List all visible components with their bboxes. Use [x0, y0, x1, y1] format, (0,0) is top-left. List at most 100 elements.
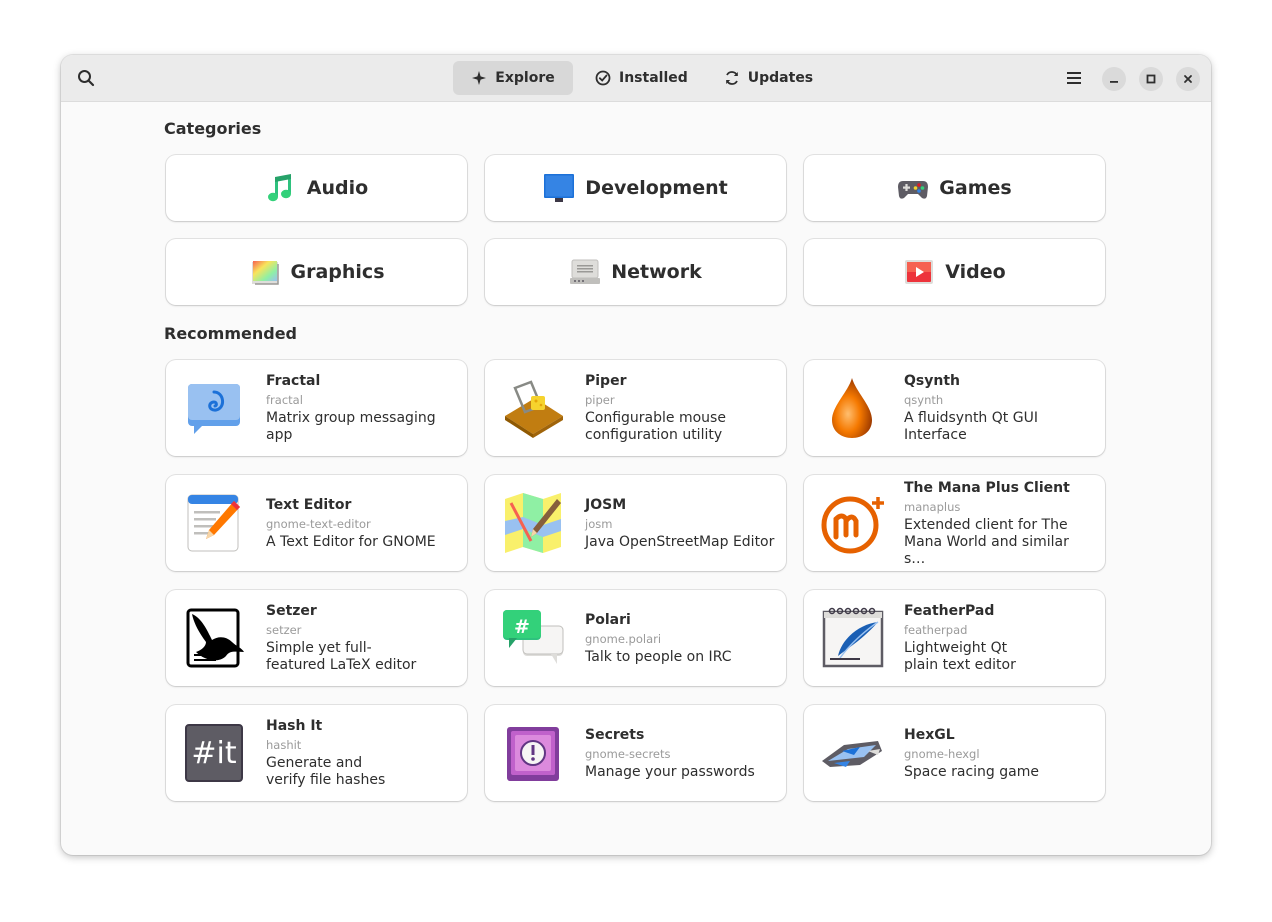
app-tile-josm[interactable]: JOSM josm Java OpenStreetMap Editor [485, 475, 786, 571]
category-label: Games [939, 177, 1012, 199]
app-id: hashit [266, 738, 302, 752]
app-name: JOSM [585, 496, 627, 513]
app-tile-secrets[interactable]: Secrets gnome-secrets Manage your passwo… [485, 705, 786, 801]
app-name: Piper [585, 373, 627, 389]
app-id: gnome-hexgl [904, 746, 980, 761]
josm-map-icon [501, 491, 565, 555]
header-bar: Explore Installed Updates [61, 55, 1211, 102]
app-name: Qsynth [904, 373, 960, 389]
category-label: Video [945, 261, 1006, 283]
app-description: Matrix group messaging app [266, 410, 436, 443]
graphics-palette-icon [249, 256, 281, 288]
app-id: qsynth [904, 393, 944, 407]
app-description: A Text Editor for GNOME [266, 533, 436, 550]
app-name: Polari [585, 611, 631, 628]
explore-icon [472, 71, 487, 85]
app-tile-hexgl[interactable]: HexGL gnome-hexgl Space racing game [804, 705, 1105, 801]
app-description: Generate and verify file hashes [266, 755, 386, 788]
app-name: Secrets [585, 726, 645, 743]
app-tile-featherpad[interactable]: FeatherPad featherpad Lightweight Qt pla… [804, 590, 1105, 686]
close-icon [1184, 75, 1192, 83]
view-switcher: Explore Installed Updates [453, 61, 827, 95]
hexgl-ship-icon [820, 721, 884, 785]
app-name: Fractal [266, 373, 321, 389]
app-id: manaplus [904, 499, 961, 514]
hashit-glyph: #it [191, 735, 237, 771]
search-button[interactable] [69, 62, 103, 94]
app-description: Lightweight Qt plain text editor [904, 640, 1016, 673]
qsynth-drop-icon [820, 376, 884, 440]
minimize-icon [1110, 81, 1118, 83]
app-name: FeatherPad [904, 603, 995, 619]
app-name: HexGL [904, 726, 955, 743]
app-description: A fluidsynth Qt GUI Interface [904, 410, 1038, 443]
app-description: Manage your passwords [585, 763, 755, 780]
hamburger-menu-icon [1067, 72, 1081, 84]
app-tile-polari[interactable]: # Polari gnome.polari Talk to people on … [485, 590, 786, 686]
app-description: Extended client for The Mana World and s… [904, 516, 1069, 567]
app-tile-fractal[interactable]: Fractal fractal Matrix group messaging a… [166, 360, 467, 456]
manaplus-icon [820, 491, 884, 555]
app-description: Simple yet full- featured LaTeX editor [266, 640, 417, 673]
app-tile-piper[interactable]: Piper piper Configurable mouse configura… [485, 360, 786, 456]
tab-explore-label: Explore [495, 70, 555, 86]
close-button[interactable] [1176, 67, 1200, 91]
recommended-heading: Recommended [164, 324, 297, 343]
app-name: Hash It [266, 718, 323, 734]
app-description: Space racing game [904, 763, 1039, 780]
app-description: Java OpenStreetMap Editor [585, 533, 775, 550]
maximize-icon [1146, 74, 1156, 84]
category-development[interactable]: Development [485, 155, 786, 221]
main-menu-button[interactable] [1057, 62, 1091, 94]
app-id: gnome-secrets [585, 746, 671, 761]
setzer-bird-icon [182, 606, 246, 670]
tab-explore[interactable]: Explore [453, 61, 573, 95]
app-id: gnome-text-editor [266, 516, 371, 531]
app-description: Talk to people on IRC [585, 648, 732, 665]
category-label: Audio [306, 177, 369, 199]
text-editor-icon [182, 491, 246, 555]
gamepad-icon [897, 172, 929, 204]
category-label: Graphics [290, 261, 385, 283]
categories-heading: Categories [164, 119, 262, 138]
tab-installed[interactable]: Installed [581, 61, 702, 95]
tab-updates-label: Updates [747, 70, 814, 86]
category-video[interactable]: Video [804, 239, 1105, 305]
app-id: josm [585, 516, 613, 531]
category-audio[interactable]: Audio [166, 155, 467, 221]
app-tile-hashit[interactable]: #it Hash It hashit Generate and verify f… [166, 705, 467, 801]
app-tile-text-editor[interactable]: Text Editor gnome-text-editor A Text Edi… [166, 475, 467, 571]
installed-check-icon [595, 70, 611, 86]
app-id: featherpad [904, 623, 968, 637]
hashit-icon: #it [185, 724, 243, 782]
app-tile-qsynth[interactable]: Qsynth qsynth A fluidsynth Qt GUI Interf… [804, 360, 1105, 456]
audio-note-icon [265, 172, 297, 204]
updates-refresh-icon [725, 71, 738, 85]
category-network[interactable]: Network [485, 239, 786, 305]
recommended-grid: Fractal fractal Matrix group messaging a… [166, 360, 1105, 801]
category-graphics[interactable]: Graphics [166, 239, 467, 305]
app-name: The Mana Plus Client [904, 479, 1070, 496]
video-play-icon [903, 256, 935, 288]
app-tile-manaplus[interactable]: The Mana Plus Client manaplus Extended c… [804, 475, 1105, 571]
categories-grid: Audio Development Games Graphics Network… [166, 155, 1105, 305]
category-games[interactable]: Games [804, 155, 1105, 221]
app-window: Explore Installed Updates Categories Aud… [61, 55, 1211, 855]
app-description: Configurable mouse configuration utility [585, 410, 726, 443]
app-id: setzer [266, 623, 302, 637]
category-label: Development [585, 177, 728, 199]
app-name: Setzer [266, 603, 317, 619]
tab-installed-label: Installed [619, 70, 688, 86]
piper-mousetrap-icon [501, 376, 565, 440]
development-monitor-icon [543, 172, 575, 204]
app-name: Text Editor [266, 496, 352, 513]
maximize-button[interactable] [1139, 67, 1163, 91]
fractal-icon [182, 376, 246, 440]
minimize-button[interactable] [1102, 67, 1126, 91]
tab-updates[interactable]: Updates [710, 61, 827, 95]
app-id: gnome.polari [585, 631, 662, 646]
app-tile-setzer[interactable]: Setzer setzer Simple yet full- featured … [166, 590, 467, 686]
app-id: fractal [266, 393, 303, 407]
category-label: Network [611, 261, 702, 283]
polari-hash-glyph: # [514, 616, 530, 638]
